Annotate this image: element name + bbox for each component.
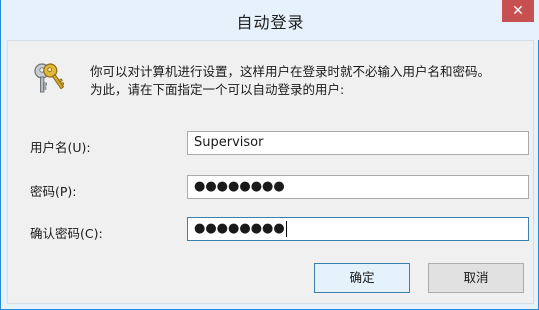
username-input[interactable]: Supervisor (187, 131, 529, 155)
close-button[interactable]: ✕ (502, 0, 534, 22)
title-bar[interactable]: 自动登录 ✕ (1, 0, 539, 40)
auto-logon-dialog: 自动登录 ✕ 你可以对计算机进行设置，这样用户在登录时就不必输入用户名和密码。 … (0, 0, 539, 310)
confirm-password-label: 确认密码(C): (30, 226, 103, 241)
description-line-2: 为此，请在下面指定一个可以自动登录的用户: (90, 82, 345, 97)
username-value: Supervisor (194, 135, 264, 150)
description-line-1: 你可以对计算机进行设置，这样用户在登录时就不必输入用户名和密码。 (90, 64, 491, 79)
password-label: 密码(P): (30, 184, 77, 199)
password-input[interactable]: ●●●●●●●● (187, 175, 529, 199)
password-value: ●●●●●●●● (194, 179, 285, 194)
confirm-password-input[interactable]: ●●●●●●●● (187, 217, 529, 241)
confirm-password-value: ●●●●●●●● (194, 221, 285, 236)
ok-button[interactable]: 确定 (314, 263, 410, 293)
dialog-content: 你可以对计算机进行设置，这样用户在登录时就不必输入用户名和密码。 为此，请在下面… (7, 40, 534, 304)
text-caret (285, 220, 287, 237)
description-text: 你可以对计算机进行设置，这样用户在登录时就不必输入用户名和密码。 为此，请在下面… (90, 63, 490, 99)
dialog-title: 自动登录 (236, 13, 305, 32)
cancel-button[interactable]: 取消 (428, 263, 524, 293)
keys-icon (34, 63, 64, 93)
username-label: 用户名(U): (30, 140, 91, 155)
close-icon: ✕ (512, 3, 524, 19)
